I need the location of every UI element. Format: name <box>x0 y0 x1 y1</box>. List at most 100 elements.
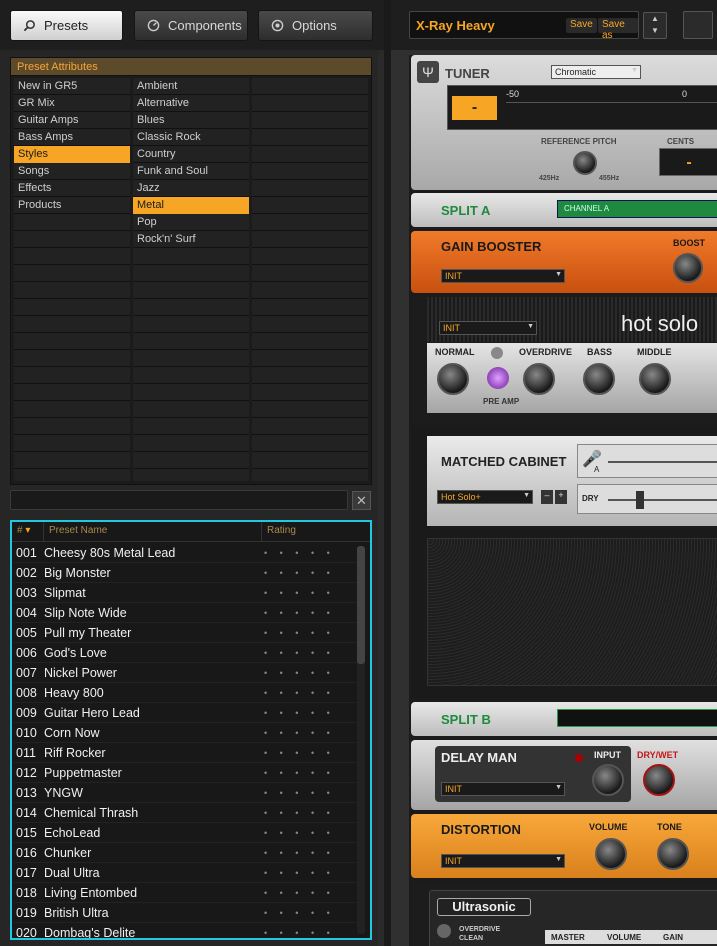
rating-stars[interactable]: • • • • • <box>264 868 335 878</box>
preset-number: 012 <box>16 765 37 780</box>
rating-stars[interactable]: • • • • • <box>264 768 335 778</box>
preset-row[interactable]: 011 Riff Rocker • • • • • <box>14 743 358 763</box>
preset-row[interactable]: 013 YNGW • • • • • <box>14 783 358 803</box>
style-item[interactable]: Alternative <box>133 95 249 112</box>
style-item[interactable]: Funk and Soul <box>133 163 249 180</box>
style-item[interactable]: Pop <box>133 214 249 231</box>
distortion-volume-knob[interactable] <box>595 838 627 870</box>
rating-stars[interactable]: • • • • • <box>264 548 335 558</box>
style-item[interactable]: Classic Rock <box>133 129 249 146</box>
distortion-tone-knob[interactable] <box>657 838 689 870</box>
style-item-selected[interactable]: Metal <box>133 197 249 214</box>
col-rating-header[interactable]: Rating <box>262 522 370 541</box>
rack-view-button[interactable] <box>683 11 713 39</box>
delay-input-knob[interactable] <box>592 764 624 796</box>
channel-switch[interactable] <box>437 924 451 938</box>
preset-row[interactable]: 002 Big Monster • • • • • <box>14 563 358 583</box>
results-scrollbar[interactable] <box>357 546 365 934</box>
drywet-knob[interactable] <box>643 764 675 796</box>
boost-knob[interactable] <box>673 253 703 283</box>
tab-components[interactable]: Components <box>134 10 248 41</box>
normal-knob[interactable] <box>437 363 469 395</box>
style-item[interactable]: Jazz <box>133 180 249 197</box>
preset-row[interactable]: 009 Guitar Hero Lead • • • • • <box>14 703 358 723</box>
preset-row[interactable]: 006 God's Love • • • • • <box>14 643 358 663</box>
search-input[interactable] <box>10 490 348 510</box>
ref-pitch-knob[interactable] <box>573 151 597 175</box>
channel-led-button[interactable] <box>487 367 509 389</box>
style-item[interactable]: Blues <box>133 112 249 129</box>
category-item[interactable]: Bass Amps <box>14 129 130 146</box>
bright-switch[interactable] <box>491 347 503 359</box>
preset-row[interactable]: 012 Puppetmaster • • • • • <box>14 763 358 783</box>
style-item[interactable]: Ambient <box>133 78 249 95</box>
rating-stars[interactable]: • • • • • <box>264 728 335 738</box>
preset-row[interactable]: 015 EchoLead • • • • • <box>14 823 358 843</box>
bass-knob[interactable] <box>583 363 615 395</box>
dry-slider[interactable]: DRY <box>577 484 717 514</box>
rating-stars[interactable]: • • • • • <box>264 688 335 698</box>
save-as-button[interactable]: Save as <box>598 18 638 41</box>
preset-row[interactable]: 019 British Ultra • • • • • <box>14 903 358 923</box>
cabinet-preset[interactable]: Hot Solo+ <box>437 490 533 504</box>
rating-stars[interactable]: • • • • • <box>264 928 335 938</box>
category-item[interactable]: Products <box>14 197 130 214</box>
col-name-header[interactable]: Preset Name <box>44 522 262 541</box>
category-item[interactable]: Guitar Amps <box>14 112 130 129</box>
rating-stars[interactable]: • • • • • <box>264 848 335 858</box>
preset-row[interactable]: 004 Slip Note Wide • • • • • <box>14 603 358 623</box>
channel-b-selector[interactable] <box>557 709 717 727</box>
style-item[interactable]: Rock'n' Surf <box>133 231 249 248</box>
category-item[interactable]: Songs <box>14 163 130 180</box>
preset-row[interactable]: 003 Slipmat • • • • • <box>14 583 358 603</box>
delay-preset[interactable]: INIT <box>441 782 565 796</box>
distortion-preset[interactable]: INIT <box>441 854 565 868</box>
overdrive-knob[interactable] <box>523 363 555 395</box>
preset-row[interactable]: 005 Pull my Theater • • • • • <box>14 623 358 643</box>
close-icon[interactable]: ✕ <box>352 491 371 510</box>
preset-row[interactable]: 020 Dombag's Delite • • • • • <box>14 923 358 939</box>
preset-row[interactable]: 014 Chemical Thrash • • • • • <box>14 803 358 823</box>
tab-presets[interactable]: Presets <box>10 10 123 41</box>
tab-options[interactable]: Options <box>258 10 373 41</box>
rating-stars[interactable]: • • • • • <box>264 588 335 598</box>
rating-stars[interactable]: • • • • • <box>264 748 335 758</box>
preset-stepper[interactable]: ▲ ▼ <box>643 12 667 39</box>
preset-row[interactable]: 007 Nickel Power • • • • • <box>14 663 358 683</box>
col-number-header[interactable]: # ▾ <box>12 522 44 541</box>
mic-position-control[interactable]: 🎤 A <box>577 444 717 478</box>
rating-stars[interactable]: • • • • • <box>264 608 335 618</box>
dry-slider-thumb[interactable] <box>636 491 644 509</box>
category-item-selected[interactable]: Styles <box>14 146 130 163</box>
channel-a-selector[interactable]: CHANNEL A <box>557 200 717 218</box>
preset-row[interactable]: 018 Living Entombed • • • • • <box>14 883 358 903</box>
cabinet-minus-button[interactable]: – <box>541 490 553 504</box>
rating-stars[interactable]: • • • • • <box>264 628 335 638</box>
scrollbar-thumb[interactable] <box>357 546 365 664</box>
middle-knob[interactable] <box>639 363 671 395</box>
preset-row[interactable]: 016 Chunker • • • • • <box>14 843 358 863</box>
style-item[interactable]: Country <box>133 146 249 163</box>
category-item[interactable]: New in GR5 <box>14 78 130 95</box>
category-item[interactable]: Effects <box>14 180 130 197</box>
cabinet-plus-button[interactable]: + <box>555 490 567 504</box>
rating-stars[interactable]: • • • • • <box>264 668 335 678</box>
rating-stars[interactable]: • • • • • <box>264 828 335 838</box>
save-button[interactable]: Save <box>566 18 597 33</box>
rating-stars[interactable]: • • • • • <box>264 888 335 898</box>
tuner-mode-select[interactable]: Chromatic <box>551 65 641 79</box>
preset-row[interactable]: 008 Heavy 800 • • • • • <box>14 683 358 703</box>
rating-stars[interactable]: • • • • • <box>264 788 335 798</box>
rating-stars[interactable]: • • • • • <box>264 568 335 578</box>
preset-row[interactable]: 001 Cheesy 80s Metal Lead • • • • • <box>14 543 358 563</box>
preset-row[interactable]: 017 Dual Ultra • • • • • <box>14 863 358 883</box>
panel-divider[interactable] <box>384 0 391 946</box>
gain-booster-preset[interactable]: INIT <box>441 269 565 283</box>
amp-preset[interactable]: INIT <box>439 321 537 335</box>
rating-stars[interactable]: • • • • • <box>264 808 335 818</box>
rating-stars[interactable]: • • • • • <box>264 648 335 658</box>
rating-stars[interactable]: • • • • • <box>264 708 335 718</box>
category-item[interactable]: GR Mix <box>14 95 130 112</box>
rating-stars[interactable]: • • • • • <box>264 908 335 918</box>
preset-row[interactable]: 010 Corn Now • • • • • <box>14 723 358 743</box>
